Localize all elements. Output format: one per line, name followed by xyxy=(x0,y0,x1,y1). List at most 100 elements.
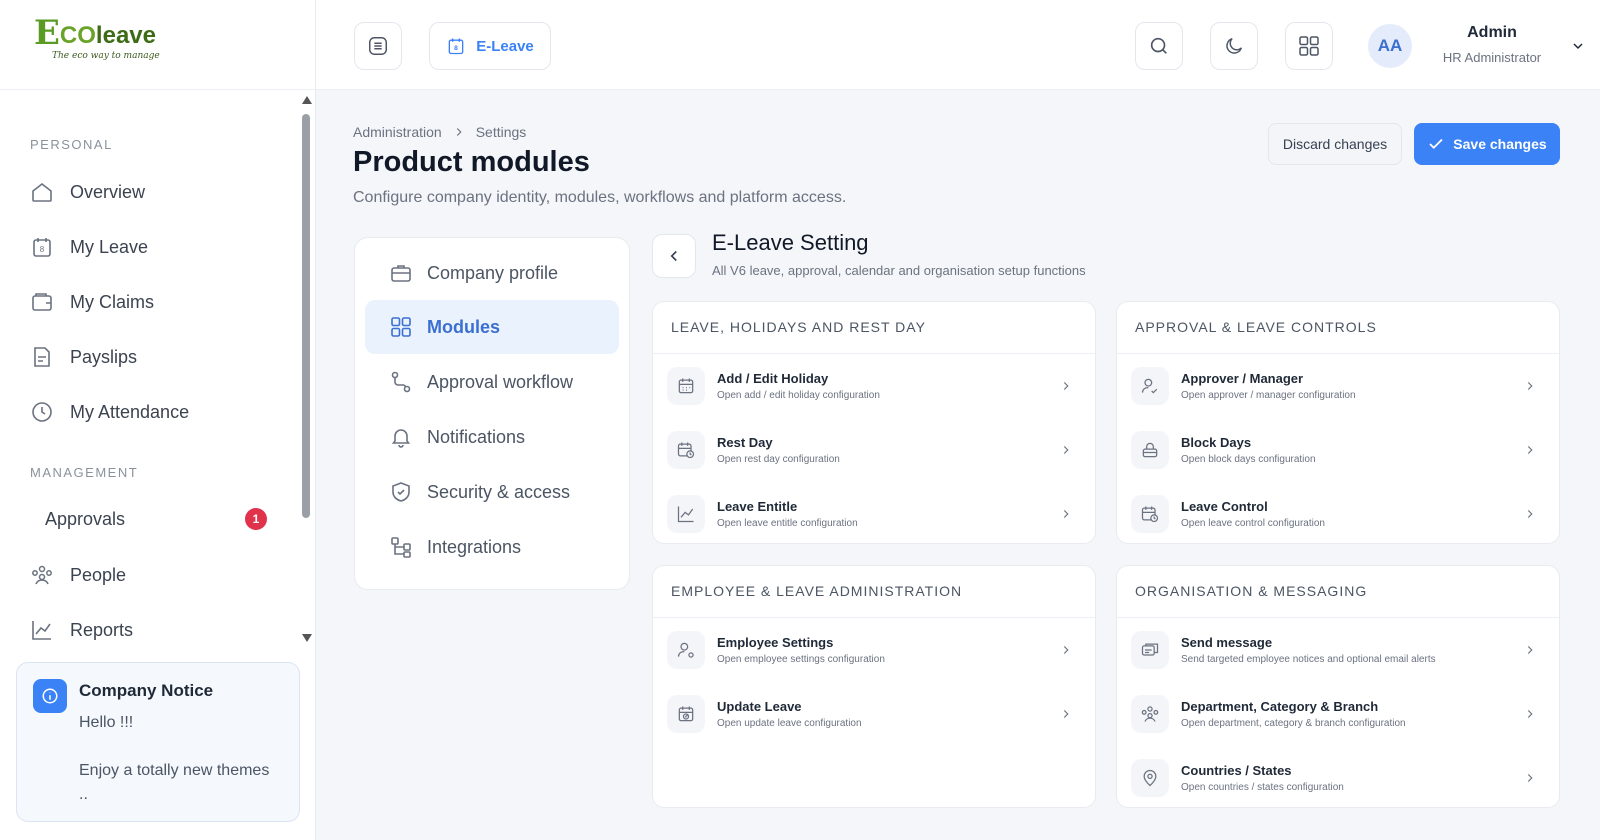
wallet-icon xyxy=(30,290,54,314)
sidebar-item-approvals[interactable]: Approvals 1 xyxy=(45,499,267,539)
chart-line-icon xyxy=(30,618,54,642)
briefcase-icon xyxy=(389,261,413,285)
logo-tagline: The eco way to manage xyxy=(52,51,160,61)
grid-icon xyxy=(389,315,413,339)
breadcrumb: Administration Settings xyxy=(353,124,526,140)
row-desc: Open employee settings configuration xyxy=(717,654,885,665)
sidebar-scrollbar[interactable] xyxy=(300,92,314,642)
row-title: Update Leave xyxy=(717,699,802,714)
panel-subtitle: All V6 leave, approval, calendar and org… xyxy=(712,263,1086,278)
people-icon xyxy=(30,563,54,587)
module-row-add-edit-holiday[interactable]: Add / Edit Holiday Open add / edit holida… xyxy=(667,358,1081,414)
breadcrumb-item-settings[interactable]: Settings xyxy=(476,124,527,140)
notice-body: Hello !!! Enjoy a totally new themes .. xyxy=(79,714,270,803)
module-row-employee-settings[interactable]: Employee Settings Open employee settings … xyxy=(667,622,1081,678)
row-desc: Open leave control configuration xyxy=(1181,518,1325,529)
module-row-countries-states[interactable]: Countries / States Open countries / state… xyxy=(1131,750,1545,806)
chevron-right-icon xyxy=(1059,507,1073,521)
module-row-rest-day[interactable]: Rest Day Open rest day configuration xyxy=(667,422,1081,478)
topbar: 8 E-Leave AA Admin HR Administrator xyxy=(316,0,1600,90)
brand-wordmark: E CO leave xyxy=(34,16,315,50)
save-changes-button[interactable]: Save changes xyxy=(1414,123,1560,165)
sidebar-item-people[interactable]: People xyxy=(30,555,270,595)
module-row-block-days[interactable]: Block Days Open block days configuration xyxy=(1131,422,1545,478)
row-desc: Open rest day configuration xyxy=(717,454,840,465)
section-heading: LEAVE, HOLIDAYS AND REST DAY xyxy=(653,302,1095,354)
sidebar-item-reports[interactable]: Reports xyxy=(30,610,270,650)
settings-nav-modules[interactable]: Modules xyxy=(365,300,619,354)
settings-nav-integrations[interactable]: Integrations xyxy=(365,520,619,574)
settings-nav-notifications[interactable]: Notifications xyxy=(365,410,619,464)
section-label-management: MANAGEMENT xyxy=(30,465,139,480)
apps-button[interactable] xyxy=(1285,22,1333,70)
scroll-thumb[interactable] xyxy=(302,114,310,518)
shield-icon xyxy=(389,480,413,504)
breadcrumb-item-administration[interactable]: Administration xyxy=(353,124,442,140)
section-heading: APPROVAL & LEAVE CONTROLS xyxy=(1117,302,1559,354)
sidebar-item-my-leave[interactable]: 8 My Leave xyxy=(30,227,270,267)
info-icon xyxy=(33,679,67,713)
module-row-department-category-branch[interactable]: Department, Category & Branch Open depart… xyxy=(1131,686,1545,742)
row-title: Send message xyxy=(1181,635,1273,650)
chevron-right-icon xyxy=(1523,707,1537,721)
section-organisation-messaging: ORGANISATION & MESSAGING Send message Sen… xyxy=(1116,565,1560,808)
row-title: Leave Control xyxy=(1181,499,1268,514)
workflow-icon xyxy=(389,370,413,394)
settings-nav-security-access[interactable]: Security & access xyxy=(365,465,619,519)
company-notice: Company Notice Hello !!! Enjoy a totally… xyxy=(16,662,300,822)
scroll-up-arrow-icon[interactable] xyxy=(302,96,312,104)
sidebar-item-overview[interactable]: Overview xyxy=(30,172,270,212)
search-icon xyxy=(1148,35,1170,57)
user-role: HR Administrator xyxy=(1442,50,1542,65)
settings-nav-label: Approval workflow xyxy=(427,371,574,392)
message-icon xyxy=(1131,631,1169,669)
chevron-left-icon xyxy=(665,247,683,265)
row-title: Approver / Manager xyxy=(1181,371,1304,386)
eleave-module-button[interactable]: 8 E-Leave xyxy=(429,22,551,70)
check-icon xyxy=(1427,135,1445,153)
sidebar-item-label: My Attendance xyxy=(70,401,190,422)
settings-nav-label: Security & access xyxy=(427,481,571,502)
settings-nav-approval-workflow[interactable]: Approval workflow xyxy=(365,355,619,409)
logo-leave: leave xyxy=(95,22,156,49)
avatar[interactable]: AA xyxy=(1368,24,1412,68)
menu-icon xyxy=(367,35,389,57)
back-button[interactable] xyxy=(652,234,696,278)
module-row-send-message[interactable]: Send message Send targeted employee notic… xyxy=(1131,622,1545,678)
row-desc: Open add / edit holiday configuration xyxy=(717,390,880,401)
sidebar-item-my-claims[interactable]: My Claims xyxy=(30,282,270,322)
chevron-right-icon xyxy=(1059,443,1073,457)
row-title: Leave Entitle xyxy=(717,499,798,514)
row-title: Department, Category & Branch xyxy=(1181,699,1379,714)
settings-nav-company-profile[interactable]: Company profile xyxy=(365,246,619,300)
chevron-right-icon xyxy=(1523,507,1537,521)
sidebar-item-payslips[interactable]: Payslips xyxy=(30,337,270,377)
panel-title: E-Leave Setting xyxy=(712,230,869,255)
sidebar-item-label: My Leave xyxy=(70,236,149,257)
module-row-leave-entitle[interactable]: Leave Entitle Open leave entitle configur… xyxy=(667,486,1081,542)
section-approval-controls: APPROVAL & LEAVE CONTROLS Approver / Man… xyxy=(1116,301,1560,544)
scroll-down-arrow-icon[interactable] xyxy=(302,634,312,642)
sidebar-item-label: People xyxy=(70,564,127,585)
bell-icon xyxy=(389,425,413,449)
chevron-right-icon xyxy=(1059,379,1073,393)
search-button[interactable] xyxy=(1135,22,1183,70)
logo[interactable]: E CO leave The eco way to manage xyxy=(0,0,315,90)
sidebar-item-label: My Claims xyxy=(70,291,154,312)
section-label-personal: PERSONAL xyxy=(30,137,113,152)
module-row-leave-control[interactable]: Leave Control Open leave control configur… xyxy=(1131,486,1545,542)
row-desc: Open countries / states configuration xyxy=(1181,782,1344,793)
row-title: Rest Day xyxy=(717,435,773,450)
discard-changes-button[interactable]: Discard changes xyxy=(1268,123,1402,165)
sidebar-item-my-attendance[interactable]: My Attendance xyxy=(30,392,270,432)
row-desc: Open update leave configuration xyxy=(717,718,862,729)
home-icon xyxy=(30,180,54,204)
svg-text:8: 8 xyxy=(454,45,458,52)
menu-button[interactable] xyxy=(354,22,402,70)
theme-toggle-button[interactable] xyxy=(1210,22,1258,70)
chevron-down-icon[interactable] xyxy=(1570,38,1586,54)
module-row-approver-manager[interactable]: Approver / Manager Open approver / manage… xyxy=(1131,358,1545,414)
chevron-right-icon xyxy=(1059,643,1073,657)
module-row-update-leave[interactable]: Update Leave Open update leave configurat… xyxy=(667,686,1081,742)
eleave-label: E-Leave xyxy=(476,37,534,55)
